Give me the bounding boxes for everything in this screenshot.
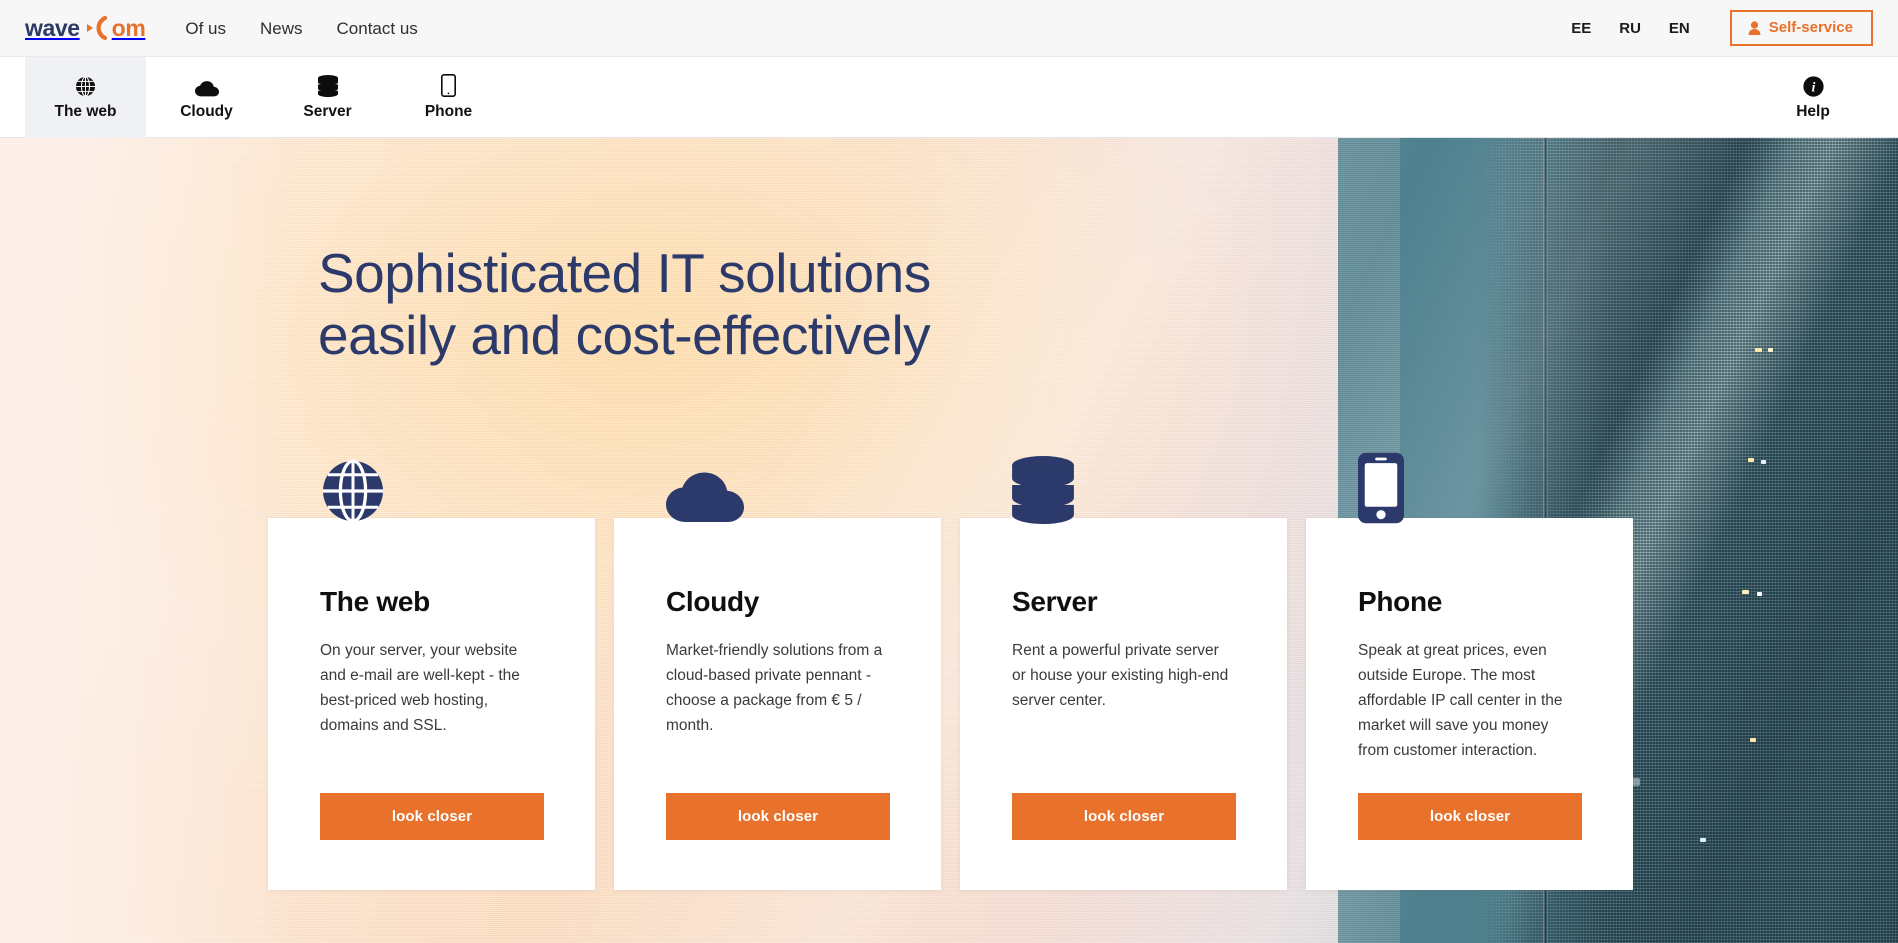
service-tab-cloudy[interactable]: Cloudy: [146, 57, 267, 138]
service-tab-the-web[interactable]: The web: [25, 57, 146, 138]
rack-led: [1748, 458, 1754, 462]
logo-text-om: om: [111, 14, 146, 41]
globe-icon: [320, 456, 386, 524]
user-icon: [1748, 20, 1761, 35]
service-card-cloudy: Cloudy Market-friendly solutions from a …: [614, 472, 941, 890]
service-card-the-web: The web On your server, your website and…: [268, 459, 595, 890]
service-tab-label: Phone: [424, 103, 473, 121]
service-tab-server[interactable]: Server: [267, 57, 388, 138]
look-closer-button-cloudy[interactable]: look closer: [666, 793, 890, 840]
service-tab-phone[interactable]: Phone: [388, 57, 509, 138]
look-closer-button-the-web[interactable]: look closer: [320, 793, 544, 840]
service-tab-label: Server: [303, 103, 352, 121]
service-tab-label: Cloudy: [180, 103, 233, 121]
help-label: Help: [1796, 103, 1830, 121]
card-title: Phone: [1358, 586, 1443, 617]
card-description: Market-friendly solutions from a cloud-b…: [666, 642, 883, 735]
mobile-icon: [441, 74, 456, 98]
page-title: Sophisticated IT solutions easily and co…: [318, 242, 931, 366]
mobile-icon: [1358, 452, 1404, 524]
language-ee[interactable]: EE: [1557, 21, 1605, 36]
rack-led: [1761, 460, 1766, 464]
card-description: Rent a powerful private server or house …: [1012, 642, 1229, 710]
database-icon: [1012, 456, 1074, 524]
rack-led: [1742, 590, 1749, 594]
language-en[interactable]: EN: [1655, 21, 1704, 36]
service-card-server: Server Rent a powerful private server or…: [960, 456, 1287, 890]
rack-led: [1700, 838, 1706, 842]
card-title: Cloudy: [666, 586, 760, 617]
nav-link-news[interactable]: News: [260, 20, 303, 37]
self-service-button[interactable]: Self-service: [1729, 10, 1873, 46]
globe-icon: [75, 75, 96, 97]
database-icon: [317, 75, 338, 98]
cloud-icon: [194, 75, 219, 97]
cloud-icon: [666, 456, 744, 524]
service-tab-label: The web: [54, 103, 117, 121]
card-title: Server: [1012, 586, 1098, 617]
rack-led: [1768, 348, 1773, 352]
service-card-list: The web On your server, your website and…: [268, 452, 1633, 890]
top-bar-right: EE RU EN Self-service: [1557, 10, 1873, 46]
card-title: The web: [320, 586, 430, 617]
hero-section: Sophisticated IT solutions easily and co…: [0, 138, 1898, 943]
language-ru[interactable]: RU: [1605, 21, 1655, 36]
primary-nav: Of us News Contact us: [185, 20, 417, 37]
look-closer-button-server[interactable]: look closer: [1012, 793, 1236, 840]
rack-led: [1757, 592, 1762, 596]
service-nav: The web Cloudy Server Phone i Help: [0, 57, 1898, 138]
card-description: On your server, your website and e-mail …: [320, 642, 520, 735]
logo-text-wave: wave: [25, 14, 80, 41]
nav-link-contact-us[interactable]: Contact us: [337, 20, 418, 37]
rack-led: [1755, 348, 1762, 352]
nav-link-of-us[interactable]: Of us: [185, 20, 226, 37]
help-button[interactable]: i Help: [1768, 57, 1858, 138]
rack-led: [1750, 738, 1756, 742]
svg-text:i: i: [1811, 80, 1815, 95]
info-circle-icon: i: [1802, 75, 1824, 97]
logo[interactable]: wave om: [25, 0, 146, 57]
look-closer-button-phone[interactable]: look closer: [1358, 793, 1582, 840]
service-card-phone: Phone Speak at great prices, even outsid…: [1306, 452, 1633, 890]
card-description: Speak at great prices, even outside Euro…: [1358, 642, 1563, 760]
self-service-label: Self-service: [1768, 19, 1853, 36]
top-bar: wave om Of us News Contact us EE RU EN S…: [0, 0, 1898, 57]
